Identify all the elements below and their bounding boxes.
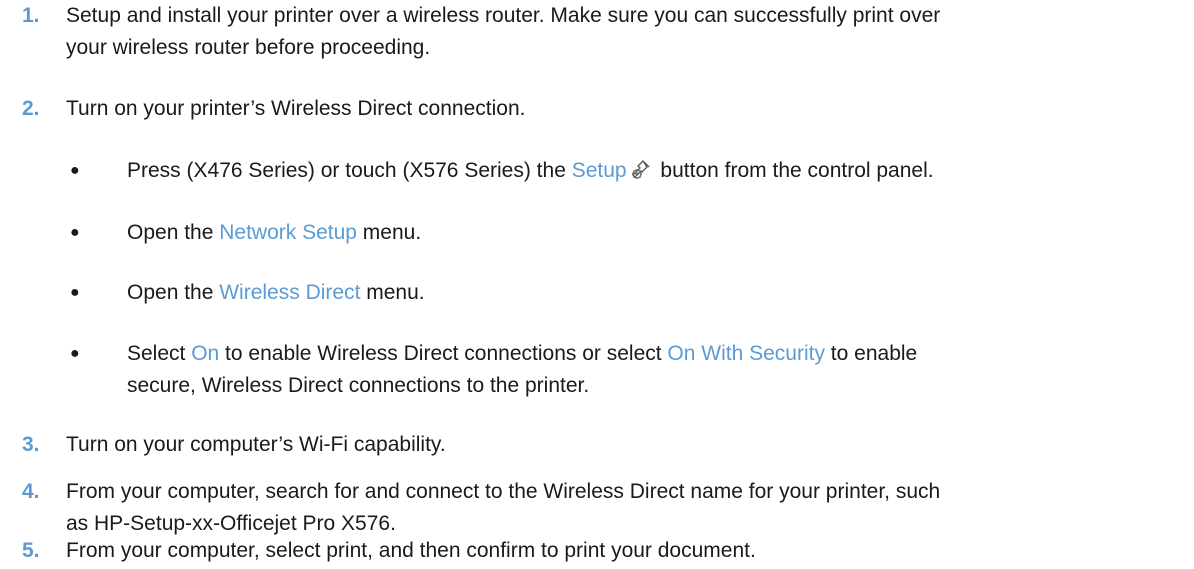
bullet-dot: ● [70, 224, 80, 241]
setup-link: Setup [571, 159, 627, 182]
bullet-text-pre: Open the [127, 221, 220, 244]
step-number: 3. [22, 433, 40, 456]
step-text-line: From your computer, select print, and th… [66, 539, 756, 562]
bullet-text-post: to enable [824, 342, 918, 365]
step-text-line: Turn on your computer’s Wi-Fi capability… [66, 433, 446, 456]
bullet-dot: ● [70, 284, 80, 301]
step-text-line: Setup and install your printer over a wi… [66, 4, 941, 27]
bullet-text-line: Select On to enable Wireless Direct conn… [127, 338, 1187, 370]
bullet-text-mid: to enable Wireless Direct connections or… [219, 342, 668, 365]
on-with-security-option-link: On With Security [667, 342, 825, 365]
bullet-dot: ● [70, 345, 80, 362]
bullet-text-post: menu. [360, 281, 425, 304]
bullet-text: Press (X476 Series) or touch (X576 Serie… [127, 155, 1187, 187]
step-text: Turn on your computer’s Wi-Fi capability… [66, 429, 1181, 461]
bullet-text-post: button from the control panel. [654, 159, 934, 182]
bullet-text-pre: Open the [127, 281, 220, 304]
step-number: 5. [22, 539, 40, 562]
step-number: 4. [22, 480, 40, 503]
step-number: 2. [22, 97, 40, 120]
step-text-line: your wireless router before proceeding. [66, 36, 431, 59]
step-number: 1. [22, 4, 40, 27]
bullet-text-pre: Press (X476 Series) or touch (X576 Serie… [127, 159, 572, 182]
instruction-page: 1. Setup and install your printer over a… [0, 0, 1194, 569]
step-text-line: From your computer, search for and conne… [66, 480, 941, 503]
bullet-text-pre: Select [127, 342, 192, 365]
bullet-text: Select On to enable Wireless Direct conn… [127, 338, 1187, 402]
step-text: Setup and install your printer over a wi… [66, 0, 1181, 64]
bullet-text-line: secure, Wireless Direct connections to t… [127, 374, 590, 397]
step-text-line: Turn on your printer’s Wireless Direct c… [66, 97, 526, 120]
step-text: Turn on your printer’s Wireless Direct c… [66, 93, 1181, 125]
bullet-text-post: menu. [356, 221, 422, 244]
network-setup-link: Network Setup [219, 221, 357, 244]
bullet-text: Open the Wireless Direct menu. [127, 277, 1187, 309]
on-option-link: On [191, 342, 220, 365]
bullet-dot: ● [70, 162, 80, 179]
wireless-direct-link: Wireless Direct [219, 281, 361, 304]
bullet-text: Open the Network Setup menu. [127, 217, 1187, 249]
setup-wrench-gear-icon [629, 158, 653, 182]
step-text: From your computer, search for and conne… [66, 476, 1181, 540]
step-text: From your computer, select print, and th… [66, 535, 1181, 567]
